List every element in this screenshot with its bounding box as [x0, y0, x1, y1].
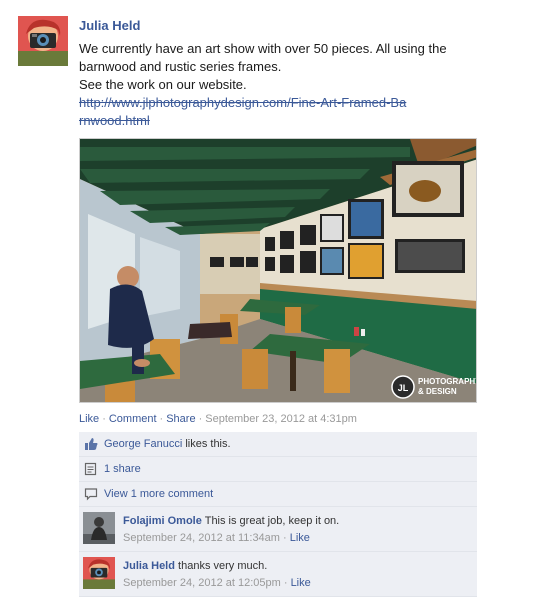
post-author[interactable]: Julia Held: [79, 18, 140, 33]
comment-timestamp[interactable]: September 24, 2012 at 12:05pm: [123, 577, 281, 589]
brand-logo-text: PHOTOGRAPHY: [418, 377, 477, 386]
brand-logo-text: & DESIGN: [418, 387, 457, 396]
avatar-image: [18, 16, 68, 66]
likes-text: likes this.: [182, 438, 231, 450]
separator: ·: [159, 413, 164, 425]
comment-body: Julia Held thanks very much.: [123, 560, 468, 572]
post-timestamp[interactable]: September 23, 2012 at 4:31pm: [205, 413, 357, 425]
comment-text: thanks very much.: [178, 560, 268, 572]
likes-row: George Fanucci likes this.: [79, 432, 477, 457]
view-more-comments-link[interactable]: View 1 more comment: [104, 488, 213, 500]
author-avatar[interactable]: [18, 16, 68, 66]
post-action-bar: Like · Comment · Share · September 23, 2012 at…: [79, 413, 357, 425]
comment-item: Folajimi Omole This is great job, keep i…: [79, 507, 477, 552]
separator: ·: [102, 413, 106, 425]
post-body: We currently have an art show with over …: [79, 40, 509, 130]
avatar-image: [83, 512, 115, 544]
comment-like-link[interactable]: Like: [290, 532, 310, 544]
post-line: barnwood and rustic series frames.: [79, 59, 282, 74]
avatar-image: [83, 557, 115, 589]
commenter-avatar[interactable]: [83, 557, 115, 589]
brand-logo-mark: JL: [398, 383, 409, 393]
comment-meta: September 24, 2012 at 12:05pm · Like: [123, 577, 311, 589]
separator: ·: [279, 532, 290, 544]
thumbs-up-icon: [85, 438, 98, 450]
separator: ·: [198, 413, 203, 425]
commenter-avatar[interactable]: [83, 512, 115, 544]
comment-link[interactable]: Comment: [109, 413, 157, 425]
comment-item: Julia Held thanks very much. September 2…: [79, 552, 477, 597]
restaurant-photo: JL PHOTOGRAPHY & DESIGN: [80, 139, 477, 402]
shares-row: 1 share: [79, 457, 477, 482]
commenter-name[interactable]: Julia Held: [123, 560, 175, 572]
post-url-link[interactable]: http://www.jlphotographydesign.com/Fine-…: [79, 94, 409, 130]
separator: ·: [280, 577, 291, 589]
share-icon: [84, 462, 97, 476]
comment-meta: September 24, 2012 at 11:34am · Like: [123, 532, 310, 544]
post-line: See the work on our website.: [79, 77, 247, 92]
like-link[interactable]: Like: [79, 413, 99, 425]
shares-link[interactable]: 1 share: [104, 463, 141, 475]
feedback-box: George Fanucci likes this. 1 share View …: [79, 432, 477, 597]
comment-timestamp[interactable]: September 24, 2012 at 11:34am: [123, 532, 280, 544]
liker-link[interactable]: George Fanucci: [104, 438, 182, 450]
comment-body: Folajimi Omole This is great job, keep i…: [123, 515, 468, 527]
comment-like-link[interactable]: Like: [291, 577, 311, 589]
post-line: We currently have an art show with over …: [79, 41, 447, 56]
view-more-row: View 1 more comment: [79, 482, 477, 507]
post-photo[interactable]: JL PHOTOGRAPHY & DESIGN: [79, 138, 477, 403]
comment-text: This is great job, keep it on.: [204, 515, 340, 527]
commenter-name[interactable]: Folajimi Omole: [123, 515, 202, 527]
share-link[interactable]: Share: [166, 413, 195, 425]
comment-icon: [84, 488, 98, 501]
